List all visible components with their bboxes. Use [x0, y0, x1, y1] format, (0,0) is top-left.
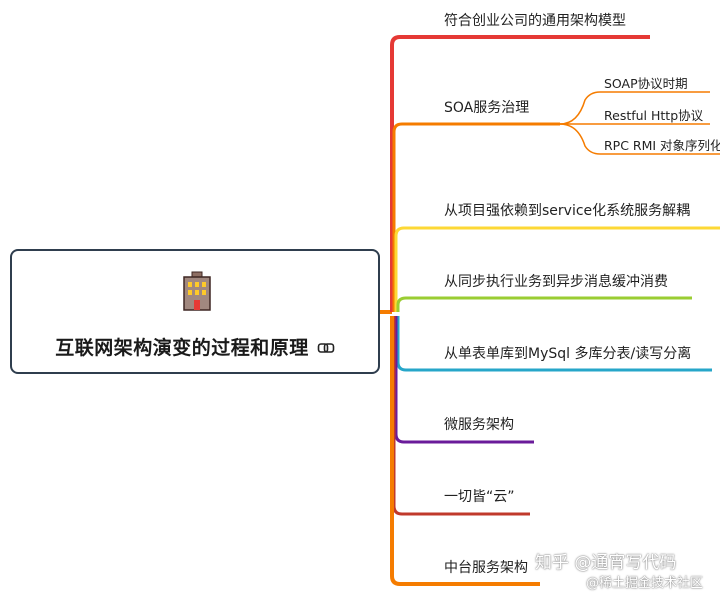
branch-label-5[interactable]: 微服务架构: [444, 414, 514, 434]
root-title: 互联网架构演变的过程和原理: [12, 333, 378, 360]
sub-label-1[interactable]: Restful Http协议: [604, 105, 703, 124]
branch-label-2[interactable]: 从项目强依赖到service化系统服务解耦: [444, 200, 690, 220]
branch-label-1[interactable]: SOA服务治理: [444, 97, 529, 117]
link-icon[interactable]: [317, 339, 335, 357]
sub-label-2[interactable]: RPC RMI 对象序列化: [604, 135, 720, 154]
office-building-icon: [183, 271, 211, 311]
watermark-zhihu: 知乎 @通宵写代码: [535, 553, 677, 573]
branch-label-4[interactable]: 从单表单库到MySql 多库分表/读写分离: [444, 343, 691, 363]
root-topic[interactable]: 互联网架构演变的过程和原理: [10, 249, 380, 374]
branch-label-0[interactable]: 符合创业公司的通用架构模型: [444, 10, 626, 30]
sub-label-0[interactable]: SOAP协议时期: [604, 73, 688, 92]
branch-label-7[interactable]: 中台服务架构: [444, 557, 528, 577]
watermark-juejin: @稀土掘金技术社区: [586, 576, 704, 591]
branch-line-3: [396, 296, 692, 312]
branch-label-6[interactable]: 一切皆“云”: [444, 486, 515, 506]
branch-label-3[interactable]: 从同步执行业务到异步消息缓冲消费: [444, 271, 668, 291]
